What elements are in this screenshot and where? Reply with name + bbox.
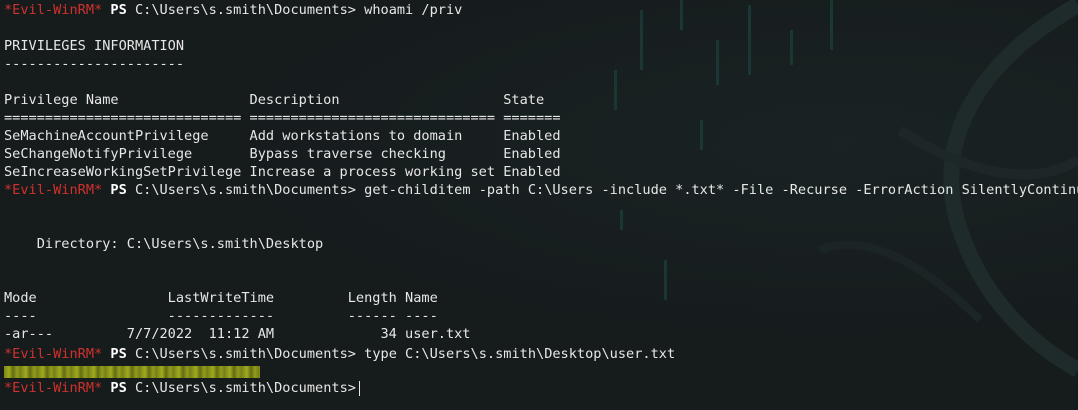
- priv-table-header: Privilege Name Description State: [4, 92, 545, 108]
- prompt-ps: PS: [110, 346, 127, 362]
- redaction-block: [4, 366, 260, 378]
- priv-title-underline: ----------------------: [4, 56, 185, 72]
- prompt-line-3: *Evil-WinRM* PS C:\Users\s.smith\Documen…: [4, 345, 675, 363]
- prompt-line-2: *Evil-WinRM* PS C:\Users\s.smith\Documen…: [4, 181, 1078, 199]
- prompt-ps: PS: [110, 182, 127, 198]
- prompt-path: C:\Users\s.smith\Documents>: [134, 380, 356, 396]
- priv-title: PRIVILEGES INFORMATION: [4, 38, 185, 54]
- prompt-path: C:\Users\s.smith\Documents>: [134, 182, 356, 198]
- prompt-line-current[interactable]: *Evil-WinRM* PS C:\Users\s.smith\Documen…: [4, 379, 360, 397]
- prompt-host: *Evil-WinRM*: [4, 182, 103, 198]
- command-get-childitem: get-childitem -path C:\Users -include *.…: [355, 182, 1078, 198]
- prompt-host: *Evil-WinRM*: [4, 2, 103, 18]
- dir-table-separator: ---- ------------- ------ ----: [4, 308, 438, 324]
- priv-table-row: SeMachineAccountPrivilege Add workstatio…: [4, 128, 561, 144]
- command-type: type C:\Users\s.smith\Desktop\user.txt: [355, 346, 676, 362]
- text-cursor[interactable]: [358, 380, 360, 396]
- priv-table-row: SeIncreaseWorkingSetPrivilege Increase a…: [4, 164, 561, 180]
- directory-label: Directory: C:\Users\s.smith\Desktop: [4, 236, 324, 252]
- priv-table-separator: ============================= ==========…: [4, 110, 561, 126]
- dir-table-header: Mode LastWriteTime Length Name: [4, 290, 438, 306]
- dir-table-row: -ar--- 7/7/2022 11:12 AM 34 user.txt: [4, 326, 471, 342]
- terminal-window[interactable]: *Evil-WinRM* PS C:\Users\s.smith\Documen…: [0, 0, 1078, 410]
- prompt-host: *Evil-WinRM*: [4, 380, 103, 396]
- prompt-host: *Evil-WinRM*: [4, 346, 103, 362]
- prompt-ps: PS: [110, 2, 127, 18]
- prompt-line-1: *Evil-WinRM* PS C:\Users\s.smith\Documen…: [4, 1, 462, 19]
- prompt-path: C:\Users\s.smith\Documents>: [134, 346, 356, 362]
- prompt-ps: PS: [110, 380, 127, 396]
- command-whoami: whoami /priv: [355, 2, 463, 18]
- priv-table-row: SeChangeNotifyPrivilege Bypass traverse …: [4, 146, 561, 162]
- prompt-path: C:\Users\s.smith\Documents>: [134, 2, 356, 18]
